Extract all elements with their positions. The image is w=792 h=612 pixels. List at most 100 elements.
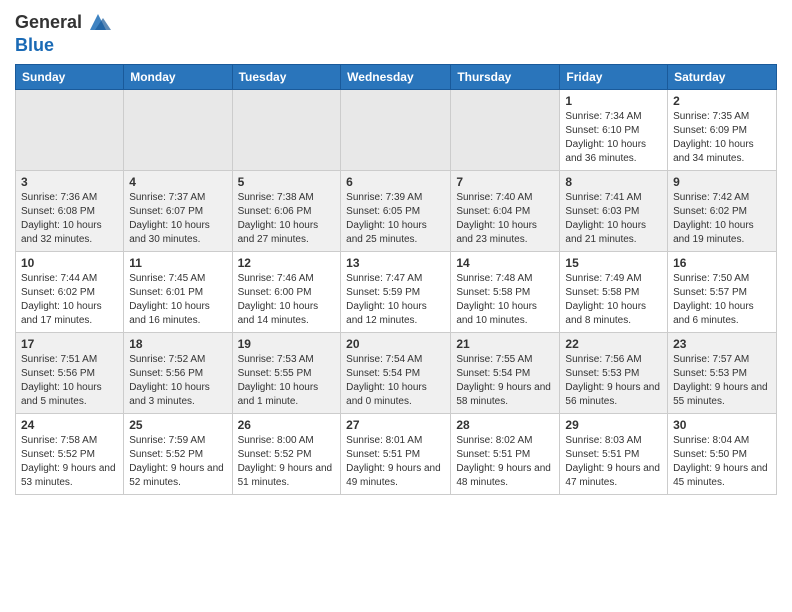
day-info: Sunrise: 7:38 AM Sunset: 6:06 PM Dayligh… bbox=[238, 191, 336, 247]
day-info: Sunrise: 7:48 AM Sunset: 5:58 PM Dayligh… bbox=[456, 272, 554, 328]
day-number: 13 bbox=[346, 256, 445, 270]
day-info: Sunrise: 7:49 AM Sunset: 5:58 PM Dayligh… bbox=[565, 272, 662, 328]
logo-general: General bbox=[15, 12, 82, 32]
day-info: Sunrise: 8:03 AM Sunset: 5:51 PM Dayligh… bbox=[565, 434, 662, 490]
day-cell: 13 Sunrise: 7:47 AM Sunset: 5:59 PM Dayli… bbox=[341, 251, 451, 332]
day-number: 22 bbox=[565, 337, 662, 351]
header-thursday: Thursday bbox=[451, 64, 560, 89]
day-cell bbox=[451, 89, 560, 170]
day-cell: 26Sunrise: 8:00 AM Sunset: 5:52 PM Dayli… bbox=[232, 413, 341, 494]
day-cell: 16 Sunrise: 7:50 AM Sunset: 5:57 PM Dayli… bbox=[668, 251, 777, 332]
day-number: 19 bbox=[238, 337, 336, 351]
day-cell: 11 Sunrise: 7:45 AM Sunset: 6:01 PM Dayli… bbox=[124, 251, 232, 332]
day-info: Sunrise: 7:54 AM Sunset: 5:54 PM Dayligh… bbox=[346, 353, 445, 409]
day-number: 15 bbox=[565, 256, 662, 270]
day-number: 5 bbox=[238, 175, 336, 189]
day-info: Sunrise: 7:42 AM Sunset: 6:02 PM Dayligh… bbox=[673, 191, 771, 247]
day-number: 23 bbox=[673, 337, 771, 351]
day-info: Sunrise: 7:56 AM Sunset: 5:53 PM Dayligh… bbox=[565, 353, 662, 409]
day-number: 18 bbox=[129, 337, 226, 351]
day-info: Sunrise: 7:59 AM Sunset: 5:52 PM Dayligh… bbox=[129, 434, 226, 490]
calendar: Sunday Monday Tuesday Wednesday Thursday… bbox=[15, 64, 777, 495]
day-info: Sunrise: 7:58 AM Sunset: 5:52 PM Dayligh… bbox=[21, 434, 118, 490]
day-cell: 8 Sunrise: 7:41 AM Sunset: 6:03 PM Daylig… bbox=[560, 170, 668, 251]
day-info: Sunrise: 7:46 AM Sunset: 6:00 PM Dayligh… bbox=[238, 272, 336, 328]
day-number: 21 bbox=[456, 337, 554, 351]
day-info: Sunrise: 7:50 AM Sunset: 5:57 PM Dayligh… bbox=[673, 272, 771, 328]
day-number: 30 bbox=[673, 418, 771, 432]
week-row-2: 3 Sunrise: 7:36 AM Sunset: 6:08 PM Daylig… bbox=[16, 170, 777, 251]
day-info: Sunrise: 7:34 AM Sunset: 6:10 PM Dayligh… bbox=[565, 110, 662, 166]
header-tuesday: Tuesday bbox=[232, 64, 341, 89]
day-number: 28 bbox=[456, 418, 554, 432]
day-number: 20 bbox=[346, 337, 445, 351]
day-cell: 9 Sunrise: 7:42 AM Sunset: 6:02 PM Daylig… bbox=[668, 170, 777, 251]
day-number: 25 bbox=[129, 418, 226, 432]
day-number: 1 bbox=[565, 94, 662, 108]
day-info: Sunrise: 7:55 AM Sunset: 5:54 PM Dayligh… bbox=[456, 353, 554, 409]
header-wednesday: Wednesday bbox=[341, 64, 451, 89]
day-info: Sunrise: 7:35 AM Sunset: 6:09 PM Dayligh… bbox=[673, 110, 771, 166]
day-number: 24 bbox=[21, 418, 118, 432]
day-number: 3 bbox=[21, 175, 118, 189]
week-row-3: 10Sunrise: 7:44 AM Sunset: 6:02 PM Dayli… bbox=[16, 251, 777, 332]
day-cell: 27 Sunrise: 8:01 AM Sunset: 5:51 PM Dayli… bbox=[341, 413, 451, 494]
day-number: 12 bbox=[238, 256, 336, 270]
day-number: 16 bbox=[673, 256, 771, 270]
day-number: 4 bbox=[129, 175, 226, 189]
day-info: Sunrise: 7:47 AM Sunset: 5:59 PM Dayligh… bbox=[346, 272, 445, 328]
day-number: 9 bbox=[673, 175, 771, 189]
day-cell: 18Sunrise: 7:52 AM Sunset: 5:56 PM Dayli… bbox=[124, 332, 232, 413]
day-cell: 10Sunrise: 7:44 AM Sunset: 6:02 PM Dayli… bbox=[16, 251, 124, 332]
day-cell: 15 Sunrise: 7:49 AM Sunset: 5:58 PM Dayli… bbox=[560, 251, 668, 332]
header-friday: Friday bbox=[560, 64, 668, 89]
day-cell: 20 Sunrise: 7:54 AM Sunset: 5:54 PM Dayli… bbox=[341, 332, 451, 413]
day-cell: 12 Sunrise: 7:46 AM Sunset: 6:00 PM Dayli… bbox=[232, 251, 341, 332]
logo-blue: Blue bbox=[15, 36, 54, 56]
header-sunday: Sunday bbox=[16, 64, 124, 89]
day-cell: 17Sunrise: 7:51 AM Sunset: 5:56 PM Dayli… bbox=[16, 332, 124, 413]
day-number: 29 bbox=[565, 418, 662, 432]
week-row-1: 1 Sunrise: 7:34 AM Sunset: 6:10 PM Daylig… bbox=[16, 89, 777, 170]
day-number: 6 bbox=[346, 175, 445, 189]
day-info: Sunrise: 7:53 AM Sunset: 5:55 PM Dayligh… bbox=[238, 353, 336, 409]
day-cell: 3 Sunrise: 7:36 AM Sunset: 6:08 PM Daylig… bbox=[16, 170, 124, 251]
day-cell: 4 Sunrise: 7:37 AM Sunset: 6:07 PM Daylig… bbox=[124, 170, 232, 251]
day-info: Sunrise: 8:02 AM Sunset: 5:51 PM Dayligh… bbox=[456, 434, 554, 490]
logo: General Blue bbox=[15, 10, 111, 56]
header: General Blue bbox=[15, 10, 777, 56]
day-info: Sunrise: 7:37 AM Sunset: 6:07 PM Dayligh… bbox=[129, 191, 226, 247]
header-saturday: Saturday bbox=[668, 64, 777, 89]
day-cell: 14Sunrise: 7:48 AM Sunset: 5:58 PM Dayli… bbox=[451, 251, 560, 332]
week-row-4: 17Sunrise: 7:51 AM Sunset: 5:56 PM Dayli… bbox=[16, 332, 777, 413]
day-cell: 29 Sunrise: 8:03 AM Sunset: 5:51 PM Dayli… bbox=[560, 413, 668, 494]
logo-icon bbox=[85, 10, 111, 36]
day-cell: 19 Sunrise: 7:53 AM Sunset: 5:55 PM Dayli… bbox=[232, 332, 341, 413]
week-row-5: 24 Sunrise: 7:58 AM Sunset: 5:52 PM Dayli… bbox=[16, 413, 777, 494]
day-number: 7 bbox=[456, 175, 554, 189]
day-cell bbox=[232, 89, 341, 170]
header-monday: Monday bbox=[124, 64, 232, 89]
day-number: 11 bbox=[129, 256, 226, 270]
day-cell: 22 Sunrise: 7:56 AM Sunset: 5:53 PM Dayli… bbox=[560, 332, 668, 413]
day-info: Sunrise: 7:51 AM Sunset: 5:56 PM Dayligh… bbox=[21, 353, 118, 409]
day-cell: 28 Sunrise: 8:02 AM Sunset: 5:51 PM Dayli… bbox=[451, 413, 560, 494]
day-cell: 1 Sunrise: 7:34 AM Sunset: 6:10 PM Daylig… bbox=[560, 89, 668, 170]
day-info: Sunrise: 7:36 AM Sunset: 6:08 PM Dayligh… bbox=[21, 191, 118, 247]
day-info: Sunrise: 7:41 AM Sunset: 6:03 PM Dayligh… bbox=[565, 191, 662, 247]
logo-text: General bbox=[15, 13, 82, 33]
day-cell bbox=[16, 89, 124, 170]
day-number: 27 bbox=[346, 418, 445, 432]
day-cell: 25 Sunrise: 7:59 AM Sunset: 5:52 PM Dayli… bbox=[124, 413, 232, 494]
day-info: Sunrise: 8:01 AM Sunset: 5:51 PM Dayligh… bbox=[346, 434, 445, 490]
day-cell: 24 Sunrise: 7:58 AM Sunset: 5:52 PM Dayli… bbox=[16, 413, 124, 494]
day-cell bbox=[124, 89, 232, 170]
day-cell: 5 Sunrise: 7:38 AM Sunset: 6:06 PM Daylig… bbox=[232, 170, 341, 251]
day-number: 26 bbox=[238, 418, 336, 432]
day-cell: 7Sunrise: 7:40 AM Sunset: 6:04 PM Daylig… bbox=[451, 170, 560, 251]
day-cell: 2Sunrise: 7:35 AM Sunset: 6:09 PM Daylig… bbox=[668, 89, 777, 170]
day-info: Sunrise: 7:39 AM Sunset: 6:05 PM Dayligh… bbox=[346, 191, 445, 247]
page: General Blue Sunday Monday bbox=[0, 0, 792, 612]
day-info: Sunrise: 7:45 AM Sunset: 6:01 PM Dayligh… bbox=[129, 272, 226, 328]
day-number: 8 bbox=[565, 175, 662, 189]
